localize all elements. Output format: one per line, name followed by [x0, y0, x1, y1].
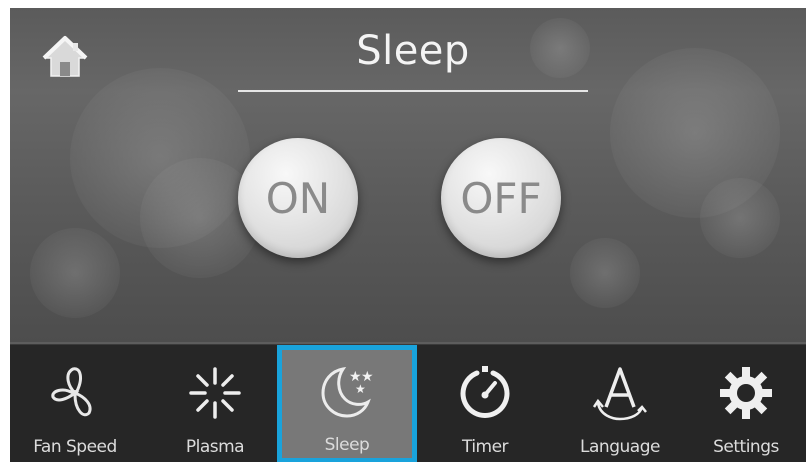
title-underline [238, 90, 588, 92]
nav-item-fan-speed[interactable]: Fan Speed [10, 345, 140, 462]
bokeh-light [700, 178, 780, 258]
bottom-nav: Fan Speed Plasma ★ ★ ★ Sleep Timer Langu… [10, 344, 806, 462]
nav-label: Plasma [185, 437, 245, 457]
off-button[interactable]: OFF [441, 138, 561, 258]
home-button[interactable] [42, 34, 88, 80]
nav-label: Language [580, 437, 660, 457]
bokeh-light [30, 228, 120, 318]
gear-icon [720, 367, 772, 419]
home-icon [42, 36, 88, 77]
nav-item-language[interactable]: Language [555, 345, 685, 462]
timer-icon [460, 366, 510, 418]
device-screen: Sleep ON OFF Fan Speed Plasma ★ ★ ★ Slee… [10, 8, 806, 462]
nav-item-plasma[interactable]: Plasma [155, 345, 275, 462]
nav-label: Sleep [324, 435, 370, 455]
language-icon [592, 367, 647, 421]
nav-item-timer[interactable]: Timer [425, 345, 545, 462]
on-button[interactable]: ON [238, 138, 358, 258]
svg-text:★: ★ [355, 382, 366, 396]
page-title: Sleep [356, 28, 470, 74]
nav-item-sleep[interactable]: ★ ★ ★ Sleep [277, 345, 417, 462]
main-panel: Sleep ON OFF [10, 8, 806, 342]
moon-stars-icon: ★ ★ ★ [321, 366, 374, 418]
nav-label: Settings [713, 437, 779, 457]
nav-label: Fan Speed [33, 437, 117, 457]
bokeh-light [570, 238, 640, 308]
fan-icon [51, 367, 92, 417]
nav-item-settings[interactable]: Settings [686, 345, 806, 462]
plasma-icon [189, 367, 241, 419]
nav-label: Timer [461, 437, 509, 457]
